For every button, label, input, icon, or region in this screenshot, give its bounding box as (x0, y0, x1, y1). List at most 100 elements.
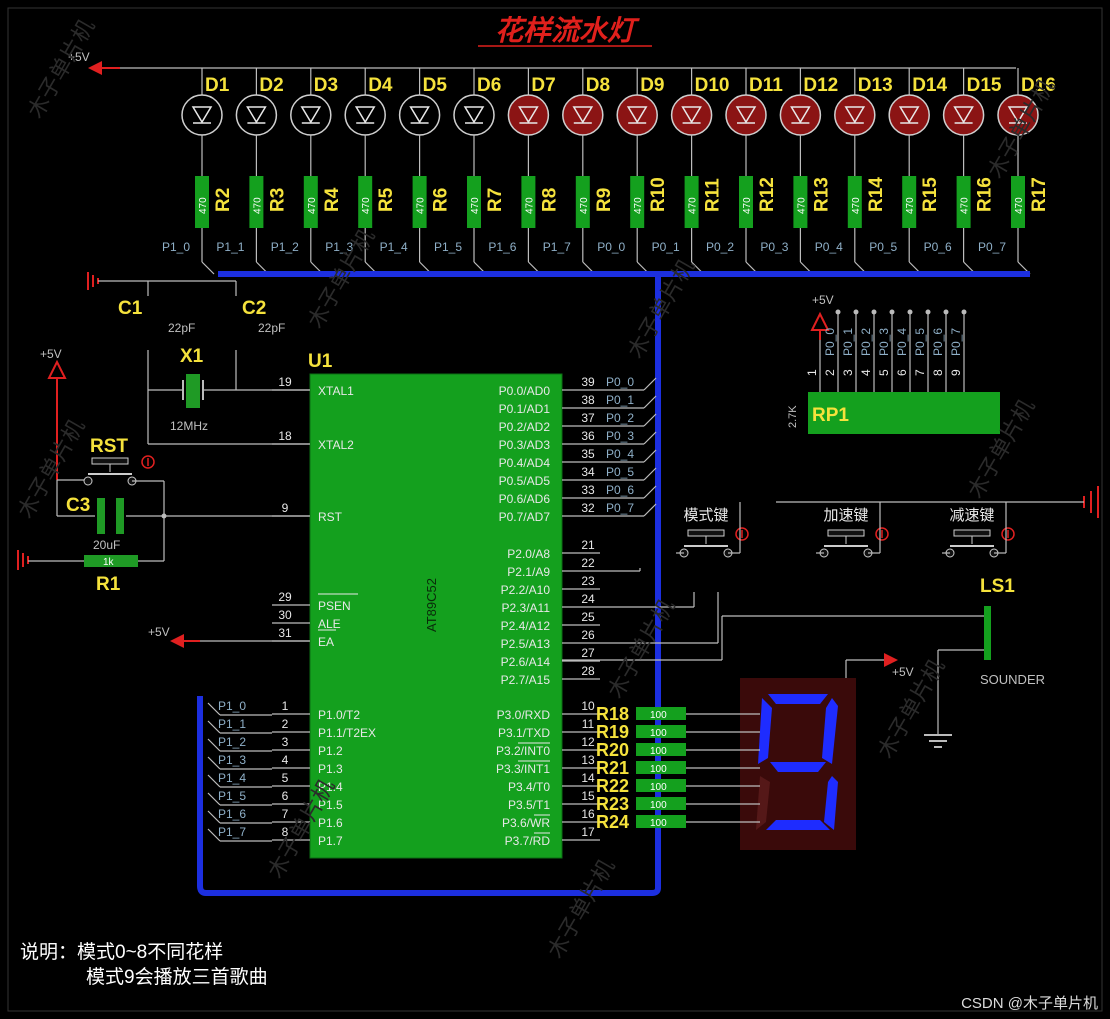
resistor-r15: 470 R15 (902, 176, 941, 228)
c3-label: C3 (66, 495, 90, 516)
svg-text:12: 12 (581, 735, 595, 749)
resistor-r3: 470 R3 (249, 176, 288, 228)
rp1-label: RP1 (812, 405, 849, 426)
key-switch-1[interactable]: 模式键 (676, 502, 749, 558)
svg-text:15: 15 (581, 789, 595, 803)
svg-text:XTAL2: XTAL2 (318, 438, 354, 452)
svg-text:P2.3/A11: P2.3/A11 (502, 601, 551, 615)
svg-text:P3.1/TXD: P3.1/TXD (498, 726, 550, 740)
svg-text:P2.0/A8: P2.0/A8 (507, 547, 550, 561)
resistor-r18: R18 100 (596, 704, 760, 724)
svg-text:P1_1: P1_1 (218, 717, 246, 731)
svg-text:P0_3: P0_3 (877, 328, 891, 356)
resistor-label: R2 (213, 188, 234, 212)
resistor-r2: 470 R2 (195, 176, 234, 228)
net-label: P1_7 (543, 240, 571, 254)
sounder-text: SOUNDER (980, 672, 1045, 687)
note-line-2: 模式9会播放三首歌曲 (86, 967, 268, 988)
display-power-symbol: +5V (845, 653, 914, 680)
svg-text:P3.5/T1: P3.5/T1 (508, 798, 550, 812)
svg-text:100: 100 (650, 782, 667, 793)
svg-text:P0_2: P0_2 (859, 328, 873, 356)
svg-text:R24: R24 (596, 812, 629, 832)
svg-text:6: 6 (282, 789, 289, 803)
resistor-r6: 470 R6 (412, 176, 452, 228)
svg-text:8: 8 (931, 369, 945, 376)
svg-text:7: 7 (913, 369, 927, 376)
rp1-power-label: +5V (812, 293, 834, 307)
resistor-r17: 470 R17 (1011, 176, 1050, 228)
resistor-label: R8 (539, 188, 560, 212)
svg-text:25: 25 (581, 610, 595, 624)
svg-text:2: 2 (282, 717, 289, 731)
svg-text:P0_7: P0_7 (949, 328, 963, 356)
led-label: D3 (314, 75, 338, 96)
rp1-pins: 1 2 P0_0 3 P0_1 4 P0_2 5 P0_3 6 P0_4 7 P0_5 8 P0_6 9 P0_… (805, 309, 967, 392)
svg-text:P0_2: P0_2 (606, 411, 634, 425)
svg-text:22: 22 (581, 556, 595, 570)
net-label: P1_2 (271, 240, 299, 254)
resistor-value: 470 (742, 197, 753, 214)
c3-value: 20uF (93, 538, 120, 552)
resistor-value: 470 (1014, 197, 1025, 214)
svg-text:16: 16 (581, 807, 595, 821)
resistor-value: 470 (688, 197, 699, 214)
net-label: P1_6 (488, 240, 516, 254)
resistor-label: R17 (1029, 177, 1050, 212)
mcu-ref: U1 (308, 351, 333, 372)
resistor-value: 470 (470, 197, 481, 214)
svg-text:19: 19 (278, 375, 292, 389)
key-label: 加速键 (823, 507, 868, 524)
svg-text:R21: R21 (596, 758, 629, 778)
led-label: D9 (640, 75, 664, 96)
svg-text:P0_4: P0_4 (606, 447, 634, 461)
svg-text:P0.6/AD6: P0.6/AD6 (499, 492, 551, 506)
resistor-label: R4 (322, 187, 343, 212)
note-line-1: 说明：模式0~8不同花样 (20, 942, 224, 963)
net-label: P1_1 (216, 240, 244, 254)
net-label: P0_3 (760, 240, 788, 254)
key-label: 模式键 (683, 507, 728, 524)
svg-text:37: 37 (581, 411, 595, 425)
led-label: D11 (749, 75, 783, 96)
svg-text:P3.6/WR: P3.6/WR (502, 816, 550, 830)
svg-text:P3.2/INT0: P3.2/INT0 (496, 744, 550, 758)
resistor-value: 470 (796, 197, 807, 214)
resistor-r9: 470 R9 (575, 176, 615, 228)
svg-text:3: 3 (282, 735, 289, 749)
svg-text:P1.0/T2: P1.0/T2 (318, 708, 360, 722)
segment-g (770, 762, 826, 772)
resistor-r12: 470 R12 (739, 176, 778, 228)
net-label: P1_4 (380, 240, 408, 254)
net-label: P0_7 (978, 240, 1006, 254)
led-label: D13 (858, 75, 893, 96)
key-switch-2[interactable]: 加速键 (816, 502, 889, 558)
svg-text:P1_7: P1_7 (218, 825, 246, 839)
svg-text:21: 21 (581, 538, 595, 552)
svg-text:13: 13 (581, 753, 595, 767)
svg-text:XTAL1: XTAL1 (318, 384, 354, 398)
svg-text:1: 1 (282, 699, 289, 713)
svg-text:P2.4/A12: P2.4/A12 (501, 619, 551, 633)
resistor-value: 470 (524, 197, 535, 214)
resistor-r5: 470 R5 (358, 176, 397, 228)
resistor-label: R10 (648, 177, 669, 212)
rst-button-label: RST (90, 436, 128, 457)
svg-text:P0_6: P0_6 (931, 328, 945, 356)
svg-text:23: 23 (581, 574, 595, 588)
svg-text:5: 5 (877, 369, 891, 376)
svg-text:32: 32 (581, 501, 595, 515)
led-label: D7 (531, 75, 555, 96)
key-switch-3[interactable]: 减速键 (942, 502, 1015, 558)
svg-text:1: 1 (805, 369, 819, 376)
resistor-label: R6 (431, 188, 452, 212)
led-label: D6 (477, 75, 501, 96)
led-label: D5 (423, 75, 448, 96)
resistor-value: 470 (416, 197, 427, 214)
resistor-value: 470 (905, 197, 916, 214)
svg-text:17: 17 (581, 825, 595, 839)
resistor-label: R11 (703, 178, 724, 212)
svg-text:27: 27 (581, 646, 595, 660)
resistor-value: 470 (579, 197, 590, 214)
display-power-label: +5V (892, 665, 914, 679)
